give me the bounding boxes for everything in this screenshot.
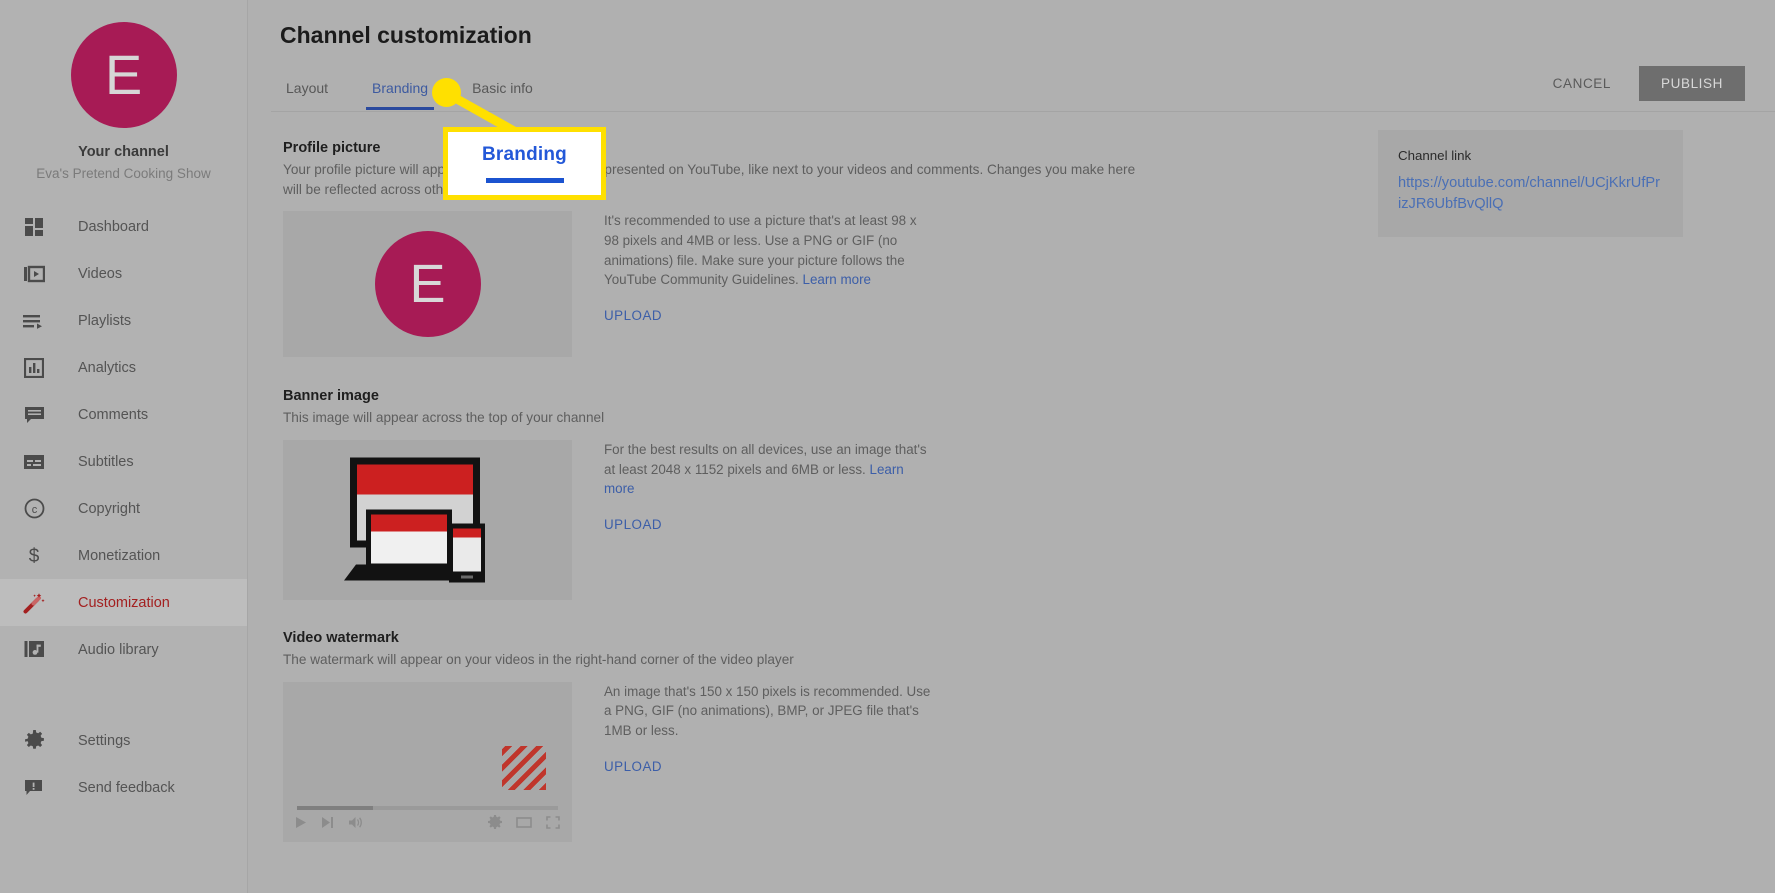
volume-icon[interactable] [348,816,363,834]
profile-picture-preview[interactable]: E [283,211,572,358]
sidebar-item-audio-library[interactable]: Audio library [0,626,247,673]
sidebar-item-send-feedback[interactable]: Send feedback [0,764,247,811]
upload-watermark-button[interactable]: UPLOAD [604,759,662,774]
sidebar-item-customization[interactable]: Customization [0,579,247,626]
sidebar-item-label: Dashboard [78,218,149,235]
cancel-button[interactable]: CANCEL [1539,67,1625,100]
sidebar-item-settings[interactable]: Settings [0,717,247,764]
sidebar-item-dashboard[interactable]: Dashboard [0,203,247,250]
upload-profile-picture-button[interactable]: UPLOAD [604,308,662,323]
gear-icon[interactable] [488,815,502,834]
sidebar-item-playlists[interactable]: Playlists [0,297,247,344]
section-video-watermark: Video watermark The watermark will appea… [248,630,1775,842]
copyright-icon: c [22,497,46,521]
theater-icon[interactable] [516,816,532,834]
tab-bar: Layout Branding Basic info [280,80,555,110]
publish-button[interactable]: PUBLISH [1639,66,1745,101]
banner-image-preview[interactable] [283,440,572,601]
channel-link-card: Channel link https://youtube.com/channel… [1378,130,1683,238]
sidebar-item-monetization[interactable]: $ Monetization [0,532,247,579]
subtitles-icon [22,450,46,474]
dashboard-icon [22,215,46,239]
dollar-icon: $ [22,544,46,568]
sidebar-item-copyright[interactable]: c Copyright [0,485,247,532]
devices-illustration-icon [342,453,514,588]
sidebar-item-label: Videos [78,265,123,282]
page-title: Channel customization [280,22,532,48]
sidebar-item-label: Subtitles [78,453,134,470]
channel-link-label: Channel link [1398,148,1472,163]
sidebar-item-label: Send feedback [78,779,175,796]
comment-icon [22,403,46,427]
player-progress-bar[interactable] [297,805,558,810]
learn-more-link[interactable]: Learn more [803,272,871,287]
your-channel-label: Your channel [78,144,169,160]
profile-picture-avatar: E [374,231,481,338]
section-description: This image will appear across the top of… [283,410,605,426]
channel-link-url[interactable]: https://youtube.com/channel/UCjKkrUfPriz… [1398,173,1663,215]
section-title: Banner image [283,388,379,405]
video-watermark-preview[interactable] [283,681,572,842]
sidebar-nav: Dashboard Videos Playlists Analytics Com… [0,203,247,673]
sidebar-item-videos[interactable]: Videos [0,250,247,297]
sidebar-item-label: Analytics [78,359,137,376]
audio-library-icon [22,638,46,662]
fullscreen-icon[interactable] [546,816,560,834]
channel-customization-screen: E Your channel Eva's Pretend Cooking Sho… [0,0,1775,893]
upload-banner-image-button[interactable]: UPLOAD [604,517,662,532]
watermark-placeholder-icon [502,745,546,790]
main-panel: Channel customization CANCEL PUBLISH Lay… [248,0,1775,893]
sidebar-item-label: Settings [78,732,131,749]
tab-divider [271,111,1775,112]
sidebar-item-comments[interactable]: Comments [0,391,247,438]
channel-name: Eva's Pretend Cooking Show [36,166,211,181]
profile-picture-hint: It's recommended to use a picture that's… [604,211,934,289]
section-title: Video watermark [283,630,399,647]
sidebar-item-label: Audio library [78,641,159,658]
content-area: Profile picture Your profile picture wil… [248,113,1775,893]
avatar: E [70,22,177,128]
sidebar-item-label: Playlists [78,312,132,329]
sidebar-item-label: Monetization [78,547,161,564]
sidebar-item-label: Comments [78,406,149,423]
tab-layout[interactable]: Layout [280,80,350,110]
feedback-icon [22,776,46,800]
play-icon[interactable] [295,816,307,834]
player-progress-fill [297,805,373,810]
svg-text:c: c [31,504,37,516]
section-banner-image: Banner image This image will appear acro… [248,388,1775,601]
channel-block: E Your channel Eva's Pretend Cooking Sho… [0,0,247,181]
video-icon [22,262,46,286]
banner-image-hint: For the best results on all devices, use… [604,440,934,499]
gear-icon [22,729,46,753]
next-icon[interactable] [321,816,334,834]
analytics-icon [22,356,46,380]
magic-wand-icon [22,591,46,615]
sidebar-bottom-nav: Settings Send feedback [0,717,247,811]
section-description: The watermark will appear on your videos… [283,652,794,668]
player-controls [295,814,560,836]
sidebar-item-subtitles[interactable]: Subtitles [0,438,247,485]
sidebar-item-label: Customization [78,594,170,611]
sidebar-item-analytics[interactable]: Analytics [0,344,247,391]
section-description: Your profile picture will appear where y… [283,162,1136,197]
svg-text:$: $ [29,546,40,567]
sidebar-item-label: Copyright [78,500,141,517]
video-watermark-hint: An image that's 150 x 150 pixels is reco… [604,683,931,738]
header-actions: CANCEL PUBLISH [1539,66,1745,101]
tab-branding[interactable]: Branding [350,80,450,110]
sidebar: E Your channel Eva's Pretend Cooking Sho… [0,0,248,893]
tab-basic-info[interactable]: Basic info [450,80,555,110]
playlist-icon [22,309,46,333]
